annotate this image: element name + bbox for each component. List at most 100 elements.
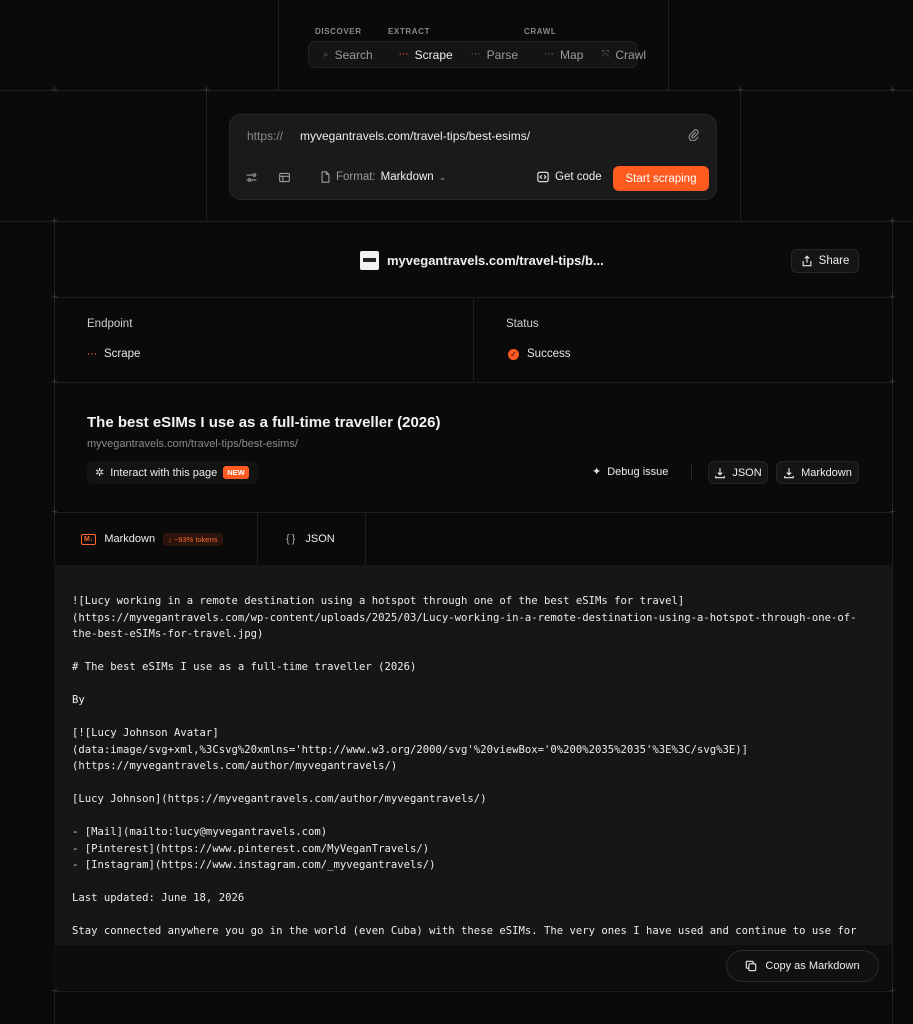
interact-label: Interact with this page bbox=[110, 466, 218, 479]
grid-line bbox=[365, 512, 366, 565]
grid-line bbox=[54, 512, 892, 513]
scrape-icon: ⋯ bbox=[87, 348, 97, 360]
nav-item-map[interactable]: ⋯ Map bbox=[536, 44, 591, 66]
grid-line bbox=[473, 297, 474, 382]
parse-icon: ⋯ bbox=[470, 49, 481, 60]
download-markdown-button[interactable]: Markdown bbox=[776, 461, 859, 484]
grid-line bbox=[54, 991, 892, 992]
copy-icon bbox=[746, 960, 757, 972]
status-label: Status bbox=[506, 318, 539, 330]
nav-item-label: Search bbox=[334, 47, 373, 62]
nav-item-label: Crawl bbox=[615, 47, 647, 62]
new-badge: NEW bbox=[223, 466, 249, 479]
endpoint-value: ⋯ Scrape bbox=[87, 348, 140, 360]
url-prefix: https:// bbox=[247, 129, 284, 143]
grid-line bbox=[206, 90, 207, 221]
status-value-text: Success bbox=[527, 348, 571, 360]
grid-plus-icon: + bbox=[51, 215, 58, 227]
nav-item-label: Map bbox=[560, 47, 584, 62]
file-icon bbox=[321, 171, 330, 183]
grid-plus-icon: + bbox=[889, 215, 896, 227]
braces-icon: {} bbox=[286, 533, 298, 545]
start-scraping-button[interactable]: Start scraping bbox=[613, 166, 709, 191]
share-icon bbox=[802, 255, 812, 267]
settings-sliders-icon[interactable] bbox=[245, 171, 258, 187]
interact-button[interactable]: ✲ Interact with this page NEW bbox=[87, 461, 258, 484]
nav-item-parse[interactable]: ⋯ Parse bbox=[463, 44, 526, 66]
tab-json-label: JSON bbox=[305, 533, 335, 545]
get-code-button[interactable]: Get code bbox=[537, 171, 602, 183]
url-card: https:// myvegantravels.com/travel-tips/… bbox=[229, 114, 717, 200]
grid-line bbox=[668, 0, 669, 90]
format-value: Markdown bbox=[380, 171, 434, 183]
grid-line bbox=[892, 221, 893, 1024]
download-icon bbox=[715, 467, 726, 478]
get-code-label: Get code bbox=[555, 171, 602, 183]
share-button[interactable]: Share bbox=[791, 249, 859, 273]
format-label: Format: bbox=[336, 171, 376, 183]
grid-plus-icon: + bbox=[889, 376, 896, 388]
tab-json[interactable]: {} JSON bbox=[286, 514, 335, 564]
markdown-content: ![Lucy working in a remote destination u… bbox=[72, 595, 857, 937]
nav-item-scrape[interactable]: ⋯ Scrape bbox=[391, 44, 461, 66]
table-icon[interactable] bbox=[278, 171, 291, 187]
grid-plus-icon: + bbox=[889, 84, 896, 96]
grid-plus-icon: + bbox=[51, 84, 58, 96]
grid-plus-icon: + bbox=[51, 376, 58, 388]
debug-label: Debug issue bbox=[607, 465, 669, 478]
grid-plus-icon: + bbox=[889, 291, 896, 303]
search-icon: ⌕ bbox=[323, 49, 329, 60]
sparkle-icon: ✦ bbox=[592, 466, 602, 478]
page-title: The best eSIMs I use as a full-time trav… bbox=[87, 414, 441, 431]
paperclip-icon[interactable] bbox=[687, 128, 700, 144]
grid-plus-icon: + bbox=[737, 84, 744, 96]
copy-markdown-button[interactable]: Copy as Markdown bbox=[726, 950, 879, 982]
code-icon bbox=[537, 171, 549, 183]
status-value: ✓ Success bbox=[508, 348, 570, 360]
site-favicon bbox=[360, 251, 379, 270]
nav-group-crawl: CRAWL bbox=[524, 27, 557, 36]
crawl-icon: ⤧ bbox=[601, 49, 610, 60]
grid-line bbox=[740, 90, 741, 221]
nav-item-crawl[interactable]: ⤧ Crawl bbox=[593, 44, 654, 66]
grid-line bbox=[0, 90, 913, 91]
nav-group-extract: EXTRACT bbox=[388, 27, 430, 36]
download-json-label: JSON bbox=[732, 466, 762, 479]
download-icon bbox=[784, 467, 794, 478]
tab-markdown-label: Markdown bbox=[104, 533, 156, 545]
url-input[interactable]: myvegantravels.com/travel-tips/best-esim… bbox=[300, 129, 530, 143]
tab-markdown[interactable]: M↓ Markdown ↓ ~93% tokens bbox=[81, 514, 223, 564]
grid-line bbox=[278, 0, 279, 90]
share-label: Share bbox=[818, 255, 850, 267]
page-url: myvegantravels.com/travel-tips/b... bbox=[387, 253, 604, 268]
copy-label: Copy as Markdown bbox=[765, 960, 860, 972]
nav-item-search[interactable]: ⌕ Search bbox=[315, 44, 381, 66]
endpoint-value-text: Scrape bbox=[104, 348, 141, 360]
endpoint-nav: ⌕ Search ⋯ Scrape ⋯ Parse ⋯ Map ⤧ Crawl bbox=[308, 41, 646, 68]
map-icon: ⋯ bbox=[544, 49, 555, 60]
page-subtitle-url: myvegantravels.com/travel-tips/best-esim… bbox=[87, 438, 298, 450]
nav-item-label: Parse bbox=[486, 47, 519, 62]
markdown-icon: M↓ bbox=[81, 533, 97, 545]
scrape-icon: ⋯ bbox=[398, 49, 409, 60]
format-select[interactable]: Format: Markdown ⌄ bbox=[320, 171, 446, 183]
grid-line bbox=[0, 221, 913, 222]
grid-plus-icon: + bbox=[203, 84, 210, 96]
grid-plus-icon: + bbox=[51, 506, 58, 518]
grid-line bbox=[257, 512, 258, 565]
grid-plus-icon: + bbox=[889, 506, 896, 518]
download-json-button[interactable]: JSON bbox=[708, 461, 768, 484]
sparkle-icon: ✲ bbox=[95, 467, 105, 479]
chevron-down-icon: ⌄ bbox=[438, 171, 447, 182]
nav-group-discover: DISCOVER bbox=[315, 27, 362, 36]
check-circle-icon: ✓ bbox=[508, 348, 519, 360]
divider bbox=[691, 465, 692, 479]
nav-item-label: Scrape bbox=[414, 47, 453, 62]
grid-plus-icon: + bbox=[51, 291, 58, 303]
grid-line bbox=[54, 382, 892, 383]
download-markdown-label: Markdown bbox=[801, 466, 852, 479]
markdown-output[interactable]: ![Lucy working in a remote destination u… bbox=[54, 565, 892, 945]
endpoint-label: Endpoint bbox=[87, 318, 133, 330]
token-savings-badge: ↓ ~93% tokens bbox=[163, 532, 223, 546]
debug-issue-button[interactable]: ✦ Debug issue bbox=[592, 465, 669, 479]
